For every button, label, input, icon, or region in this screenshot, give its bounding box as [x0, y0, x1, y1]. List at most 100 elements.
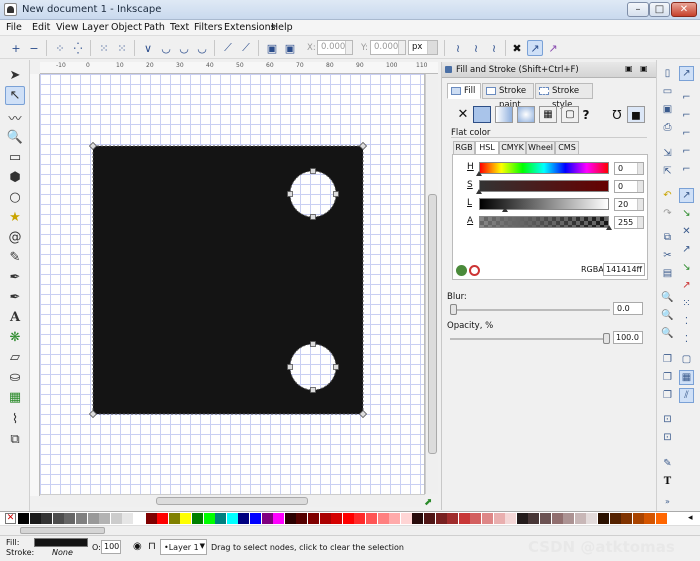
palette-swatch[interactable]	[621, 513, 633, 524]
snap-enable-icon[interactable]: ↗	[679, 66, 694, 81]
3d-box-tool-icon[interactable]: ⬢	[5, 168, 25, 187]
snap-intersections-icon[interactable]: ✕	[679, 224, 694, 239]
delete-segment-icon[interactable]: ⁙	[114, 40, 130, 56]
palette-swatch[interactable]	[540, 513, 551, 524]
new-document-icon[interactable]: ▯	[660, 66, 675, 81]
layer-visibility-icon[interactable]: ◉	[133, 541, 142, 552]
snap-bbox-icon[interactable]: ⌐	[679, 90, 694, 105]
opacity-indicator-input[interactable]: 100	[101, 540, 121, 554]
tab-hsl[interactable]: HSL	[475, 141, 499, 155]
dock-iconify-button[interactable]: ▣	[625, 64, 633, 73]
palette-swatch[interactable]	[574, 513, 586, 524]
text-font-icon[interactable]: T	[660, 474, 675, 489]
join-nodes-icon[interactable]: ⁘	[52, 40, 68, 56]
segment-curve-icon[interactable]: ⟋	[238, 40, 254, 56]
palette-swatch[interactable]	[180, 513, 192, 524]
path-node-handle[interactable]	[310, 387, 316, 393]
mask-edit-icon[interactable]: ≀	[486, 40, 502, 56]
minimize-button[interactable]: –	[627, 2, 649, 17]
hue-input[interactable]: 0	[614, 162, 644, 175]
palette-swatch[interactable]	[29, 513, 41, 524]
pencil-tool-icon[interactable]: ✎	[5, 248, 25, 267]
hue-slider-marker[interactable]	[476, 171, 482, 176]
no-paint-icon[interactable]: ✕	[454, 106, 472, 123]
unlink-clone-icon[interactable]: ❐	[660, 388, 675, 403]
fill-color-indicator[interactable]	[34, 538, 88, 547]
palette-swatch[interactable]	[470, 513, 482, 524]
text-tool-icon[interactable]: A	[5, 308, 25, 327]
lightness-input[interactable]: 20	[614, 198, 644, 211]
tab-cms[interactable]: CMS	[555, 141, 579, 155]
tab-stroke-style[interactable]: Stroke style	[535, 83, 593, 110]
lightness-slider-marker[interactable]	[502, 207, 508, 212]
saturation-input[interactable]: 0	[614, 180, 644, 193]
tab-fill[interactable]: Fill	[447, 83, 481, 99]
menu-extensions[interactable]: Extensions	[224, 22, 276, 33]
auto-smooth-node-icon[interactable]: ◡	[194, 40, 210, 56]
stroke-to-path-icon[interactable]: ▣	[282, 40, 298, 56]
menu-layer[interactable]: Layer	[82, 22, 109, 33]
calligraphy-tool-icon[interactable]: ✒	[5, 288, 25, 307]
palette-swatch[interactable]	[284, 513, 296, 524]
symmetric-node-icon[interactable]: ◡	[176, 40, 192, 56]
tab-rgb[interactable]: RGB	[453, 141, 475, 155]
palette-swatch[interactable]	[296, 513, 308, 524]
saturation-slider[interactable]	[479, 180, 609, 192]
more-commands-icon[interactable]: »	[660, 494, 675, 509]
dropper-tool-icon[interactable]: ⌇	[5, 410, 25, 429]
open-icon[interactable]: ▭	[660, 84, 675, 99]
palette-swatch[interactable]	[389, 513, 401, 524]
menu-object[interactable]: Object	[111, 22, 142, 33]
palette-swatch[interactable]	[215, 513, 227, 524]
y-coordinate-input[interactable]: 0.000	[370, 40, 406, 55]
palette-swatch[interactable]	[64, 513, 76, 524]
x-coordinate-input[interactable]: 0.000	[317, 40, 353, 55]
palette-swatch[interactable]	[424, 513, 435, 524]
transform-handles-icon[interactable]: ✖	[509, 40, 525, 56]
fill-rule-evenodd-icon[interactable]: Ʊ	[608, 106, 626, 123]
palette-swatch[interactable]	[134, 513, 145, 524]
zoom-drawing-icon[interactable]: 🔍	[660, 308, 675, 323]
maximize-button[interactable]: □	[649, 2, 670, 17]
gradient-tool-icon[interactable]: ▦	[5, 388, 25, 407]
palette-swatch[interactable]	[203, 513, 215, 524]
stroke-indicator-value[interactable]: None	[52, 548, 73, 557]
path-node-handle[interactable]	[333, 191, 339, 197]
no-color-swatch[interactable]: ✕	[5, 513, 16, 524]
redo-icon[interactable]: ↷	[660, 206, 675, 221]
palette-swatch[interactable]	[41, 513, 53, 524]
show-handles-icon[interactable]: ↗	[527, 40, 543, 56]
import-icon[interactable]: ⇲	[660, 146, 675, 161]
menu-file[interactable]: File	[6, 22, 22, 33]
linear-gradient-icon[interactable]	[495, 106, 513, 123]
palette-swatch[interactable]	[458, 513, 470, 524]
zoom-page-icon[interactable]: 🔍	[660, 326, 675, 341]
path-node-handle[interactable]	[333, 364, 339, 370]
saturation-slider-marker[interactable]	[476, 189, 482, 194]
snap-bbox-midpoint-icon[interactable]: ⌐	[679, 144, 694, 159]
save-icon[interactable]: ▣	[660, 102, 675, 117]
snap-smooth-icon[interactable]: ↘	[679, 260, 694, 275]
tweak-tool-icon[interactable]: 〰	[5, 108, 25, 127]
next-path-effect-icon[interactable]: ≀	[450, 40, 466, 56]
show-outline-icon[interactable]: ↗	[545, 40, 561, 56]
layer-lock-icon[interactable]: ⊓	[148, 541, 156, 552]
unset-paint-icon[interactable]: ?	[577, 106, 595, 123]
palette-swatch[interactable]	[609, 513, 621, 524]
palette-swatch[interactable]	[366, 513, 377, 524]
ellipse-tool-icon[interactable]: ○	[5, 188, 25, 207]
segment-line-icon[interactable]: ⟋	[220, 40, 236, 56]
palette-swatch[interactable]	[551, 513, 563, 524]
lightness-slider[interactable]	[479, 198, 609, 210]
menu-edit[interactable]: Edit	[32, 22, 50, 33]
tab-wheel[interactable]: Wheel	[526, 141, 555, 155]
snap-nodes-icon[interactable]: ↗	[679, 188, 694, 203]
group-icon[interactable]: ⊡	[660, 412, 675, 427]
palette-swatch[interactable]	[412, 513, 424, 524]
palette-swatch[interactable]	[192, 513, 203, 524]
node-tool-icon[interactable]: ↖	[5, 86, 25, 105]
palette-swatch[interactable]	[377, 513, 389, 524]
palette-swatch[interactable]	[516, 513, 528, 524]
star-tool-icon[interactable]: ★	[5, 208, 25, 227]
palette-swatch[interactable]	[493, 513, 505, 524]
